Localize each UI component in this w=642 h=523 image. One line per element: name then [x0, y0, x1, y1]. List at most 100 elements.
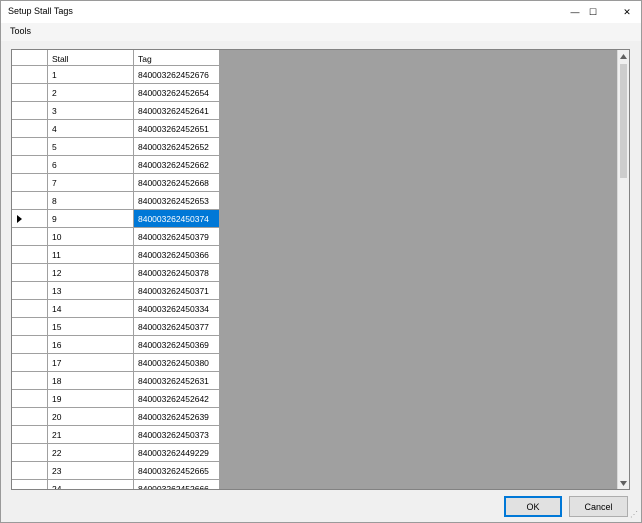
stall-cell[interactable]: 18 — [48, 372, 134, 390]
table-row[interactable]: 22 840003262449229 — [12, 444, 220, 462]
table-row[interactable]: 12 840003262450378 — [12, 264, 220, 282]
row-header[interactable] — [12, 174, 48, 192]
ok-button[interactable]: OK — [504, 496, 562, 517]
tag-cell[interactable]: 840003262452651 — [134, 120, 220, 138]
row-header[interactable] — [12, 480, 48, 489]
row-header[interactable] — [12, 408, 48, 426]
cancel-button[interactable]: Cancel — [569, 496, 628, 517]
tag-cell[interactable]: 840003262452676 — [134, 66, 220, 84]
tag-cell[interactable]: 840003262452642 — [134, 390, 220, 408]
row-header[interactable] — [12, 282, 48, 300]
table-row[interactable]: 14 840003262450334 — [12, 300, 220, 318]
tag-cell[interactable]: 840003262452652 — [134, 138, 220, 156]
tag-cell[interactable]: 840003262452662 — [134, 156, 220, 174]
tag-cell[interactable]: 840003262450371 — [134, 282, 220, 300]
stall-cell[interactable]: 7 — [48, 174, 134, 192]
table-row[interactable]: 11 840003262450366 — [12, 246, 220, 264]
stall-cell[interactable]: 12 — [48, 264, 134, 282]
scroll-up-icon[interactable] — [618, 50, 629, 62]
tag-cell[interactable]: 840003262452641 — [134, 102, 220, 120]
stall-cell[interactable]: 6 — [48, 156, 134, 174]
row-header[interactable] — [12, 228, 48, 246]
table-row[interactable]: 10 840003262450379 — [12, 228, 220, 246]
column-header-tag[interactable]: Tag — [134, 50, 220, 66]
table-row[interactable]: 18 840003262452631 — [12, 372, 220, 390]
tag-cell[interactable]: 840003262450374 — [134, 210, 220, 228]
stall-cell[interactable]: 23 — [48, 462, 134, 480]
table-row[interactable]: 7 840003262452668 — [12, 174, 220, 192]
table-row[interactable]: 17 840003262450380 — [12, 354, 220, 372]
table-row[interactable]: 2 840003262452654 — [12, 84, 220, 102]
stall-cell[interactable]: 3 — [48, 102, 134, 120]
stall-cell[interactable]: 14 — [48, 300, 134, 318]
row-header[interactable] — [12, 156, 48, 174]
table-row[interactable]: 23 840003262452665 — [12, 462, 220, 480]
row-header[interactable] — [12, 426, 48, 444]
row-header[interactable] — [12, 120, 48, 138]
menu-tools[interactable]: Tools — [10, 26, 31, 36]
row-header[interactable] — [12, 300, 48, 318]
stall-cell[interactable]: 16 — [48, 336, 134, 354]
row-header-corner[interactable] — [12, 50, 48, 66]
scroll-thumb[interactable] — [620, 64, 627, 178]
row-header[interactable] — [12, 138, 48, 156]
tag-cell[interactable]: 840003262449229 — [134, 444, 220, 462]
stall-tags-grid[interactable]: Stall Tag 1 840003262452676 2 8400032624526… — [11, 49, 630, 490]
table-row[interactable]: 13 840003262450371 — [12, 282, 220, 300]
tag-cell[interactable]: 840003262450378 — [134, 264, 220, 282]
close-button[interactable]: ✕ — [607, 1, 642, 23]
row-header[interactable] — [12, 444, 48, 462]
stall-cell[interactable]: 21 — [48, 426, 134, 444]
stall-cell[interactable]: 5 — [48, 138, 134, 156]
row-header[interactable] — [12, 246, 48, 264]
tag-cell[interactable]: 840003262452668 — [134, 174, 220, 192]
row-header[interactable] — [12, 462, 48, 480]
stall-cell[interactable]: 10 — [48, 228, 134, 246]
table-row[interactable]: 21 840003262450373 — [12, 426, 220, 444]
table-row[interactable]: 16 840003262450369 — [12, 336, 220, 354]
row-header[interactable] — [12, 264, 48, 282]
tag-cell[interactable]: 840003262452653 — [134, 192, 220, 210]
tag-cell[interactable]: 840003262450369 — [134, 336, 220, 354]
table-row[interactable]: 4 840003262452651 — [12, 120, 220, 138]
resize-grip-icon[interactable]: ⋰ — [630, 510, 638, 519]
table-row[interactable]: 5 840003262452652 — [12, 138, 220, 156]
stall-cell[interactable]: 9 — [48, 210, 134, 228]
table-row[interactable]: 15 840003262450377 — [12, 318, 220, 336]
row-header[interactable] — [12, 102, 48, 120]
stall-cell[interactable]: 8 — [48, 192, 134, 210]
table-row[interactable]: 3 840003262452641 — [12, 102, 220, 120]
table-row[interactable]: 9 840003262450374 — [12, 210, 220, 228]
table-row[interactable]: 6 840003262452662 — [12, 156, 220, 174]
scroll-down-icon[interactable] — [618, 477, 629, 489]
stall-cell[interactable]: 15 — [48, 318, 134, 336]
row-header[interactable] — [12, 66, 48, 84]
column-header-stall[interactable]: Stall — [48, 50, 134, 66]
table-row[interactable]: 24 840003262452666 — [12, 480, 220, 489]
stall-cell[interactable]: 24 — [48, 480, 134, 489]
stall-cell[interactable]: 17 — [48, 354, 134, 372]
tag-cell[interactable]: 840003262452665 — [134, 462, 220, 480]
tag-cell[interactable]: 840003262450334 — [134, 300, 220, 318]
table-row[interactable]: 19 840003262452642 — [12, 390, 220, 408]
table-row[interactable]: 8 840003262452653 — [12, 192, 220, 210]
row-header[interactable] — [12, 84, 48, 102]
tag-cell[interactable]: 840003262450379 — [134, 228, 220, 246]
stall-cell[interactable]: 4 — [48, 120, 134, 138]
table-row[interactable]: 1 840003262452676 — [12, 66, 220, 84]
tag-cell[interactable]: 840003262452654 — [134, 84, 220, 102]
tag-cell[interactable]: 840003262450373 — [134, 426, 220, 444]
tag-cell[interactable]: 840003262450377 — [134, 318, 220, 336]
tag-cell[interactable]: 840003262452631 — [134, 372, 220, 390]
row-header[interactable] — [12, 210, 48, 228]
stall-cell[interactable]: 1 — [48, 66, 134, 84]
row-header[interactable] — [12, 372, 48, 390]
tag-cell[interactable]: 840003262450366 — [134, 246, 220, 264]
tag-cell[interactable]: 840003262452639 — [134, 408, 220, 426]
stall-cell[interactable]: 11 — [48, 246, 134, 264]
row-header[interactable] — [12, 192, 48, 210]
vertical-scrollbar[interactable] — [617, 50, 629, 489]
stall-cell[interactable]: 20 — [48, 408, 134, 426]
stall-cell[interactable]: 13 — [48, 282, 134, 300]
tag-cell[interactable]: 840003262452666 — [134, 480, 220, 489]
